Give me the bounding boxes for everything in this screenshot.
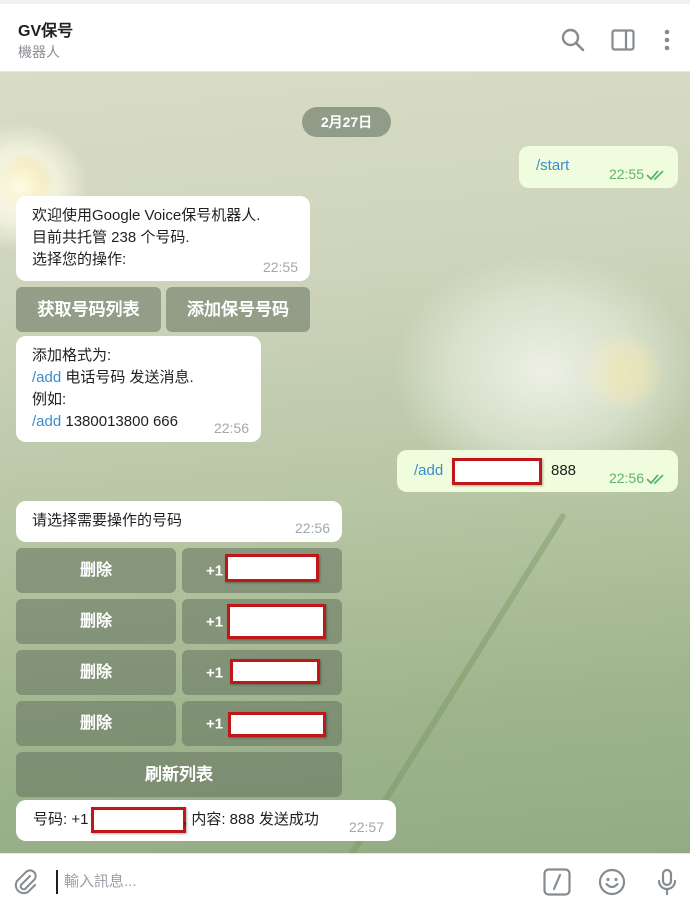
- command-link[interactable]: /add: [32, 369, 61, 386]
- country-code: +1: [206, 715, 224, 732]
- delete-number-button[interactable]: 删除: [16, 650, 176, 695]
- message-time: 22:55: [262, 259, 298, 275]
- phone-number-button[interactable]: +1: [182, 701, 342, 746]
- chat-area[interactable]: 2月27日 /start 22:55 欢迎使用Google Voice保号机器人…: [0, 72, 690, 853]
- message-incoming-welcome[interactable]: 欢迎使用Google Voice保号机器人. 目前共托管 238 个号码. 选择…: [16, 196, 310, 281]
- add-keep-number-button[interactable]: 添加保号号码: [166, 287, 310, 332]
- message-input[interactable]: 輸入訊息...: [56, 870, 526, 894]
- message-line: /add 电话号码 发送消息.: [32, 369, 194, 386]
- sidebar-toggle-icon[interactable]: [609, 26, 637, 54]
- message-tail-text: 888: [551, 462, 577, 479]
- message-line: 添加格式为:: [32, 347, 112, 364]
- message-line: 目前共托管 238 个号码.: [32, 229, 190, 246]
- delete-number-button[interactable]: 删除: [16, 701, 176, 746]
- refresh-list-button[interactable]: 刷新列表: [16, 752, 342, 797]
- message-outgoing-start[interactable]: /start 22:55: [519, 146, 678, 188]
- chat-title[interactable]: GV保号: [18, 17, 73, 41]
- redacted-phone-number: [452, 458, 542, 485]
- delete-number-button[interactable]: 删除: [16, 548, 176, 593]
- delete-number-button[interactable]: 删除: [16, 599, 176, 644]
- redacted-phone-number: [225, 554, 319, 582]
- phone-number-button[interactable]: +1: [182, 548, 342, 593]
- message-time: 22:56: [294, 520, 330, 536]
- bot-commands-icon[interactable]: [542, 867, 572, 897]
- country-code: +1: [206, 562, 224, 579]
- redacted-phone-number: [228, 712, 326, 737]
- search-icon[interactable]: [559, 26, 587, 54]
- date-separator: 2月27日: [302, 107, 391, 137]
- message-composer: 輸入訊息...: [0, 853, 690, 909]
- chat-subtitle: 機器人: [18, 44, 60, 60]
- chat-header: GV保号 機器人: [0, 0, 690, 72]
- message-outgoing-add[interactable]: /add 888 22:56: [397, 450, 678, 492]
- attach-icon[interactable]: [10, 867, 40, 897]
- get-number-list-button[interactable]: 获取号码列表: [16, 287, 161, 332]
- command-text[interactable]: /start: [536, 155, 569, 177]
- read-checkmarks-icon: [646, 170, 664, 181]
- redacted-phone-number: [227, 604, 326, 639]
- redacted-phone-number: [91, 807, 186, 833]
- country-code: +1: [206, 613, 224, 630]
- message-time: 22:56: [213, 420, 249, 436]
- message-incoming-format[interactable]: 添加格式为: /add 电话号码 发送消息. 例如: /add 13800138…: [16, 336, 261, 442]
- phone-number-button[interactable]: +1: [182, 599, 342, 644]
- message-time: 22:56: [608, 470, 644, 486]
- emoji-icon[interactable]: [597, 867, 627, 897]
- read-checkmarks-icon: [646, 474, 664, 485]
- message-line: 例如:: [32, 391, 67, 408]
- country-code: +1: [206, 664, 224, 681]
- result-suffix: , 内容: 888 发送成功: [183, 811, 319, 828]
- microphone-icon[interactable]: [652, 867, 682, 897]
- more-vertical-icon[interactable]: [655, 26, 679, 54]
- phone-number-button[interactable]: +1: [182, 650, 342, 695]
- command-text[interactable]: /add: [414, 460, 443, 482]
- result-prefix: 号码: +1: [33, 811, 89, 828]
- message-line: 请选择需要操作的号码: [32, 512, 183, 529]
- command-link[interactable]: /add: [32, 413, 61, 430]
- message-time: 22:55: [608, 166, 644, 182]
- message-line: 选择您的操作:: [32, 251, 127, 268]
- redacted-phone-number: [230, 659, 320, 684]
- message-time: 22:57: [348, 819, 384, 835]
- message-line: 欢迎使用Google Voice保号机器人.: [32, 207, 261, 224]
- message-incoming-select[interactable]: 请选择需要操作的号码 22:56: [16, 501, 342, 542]
- message-incoming-result[interactable]: 号码: +1 , 内容: 888 发送成功 22:57: [16, 800, 396, 841]
